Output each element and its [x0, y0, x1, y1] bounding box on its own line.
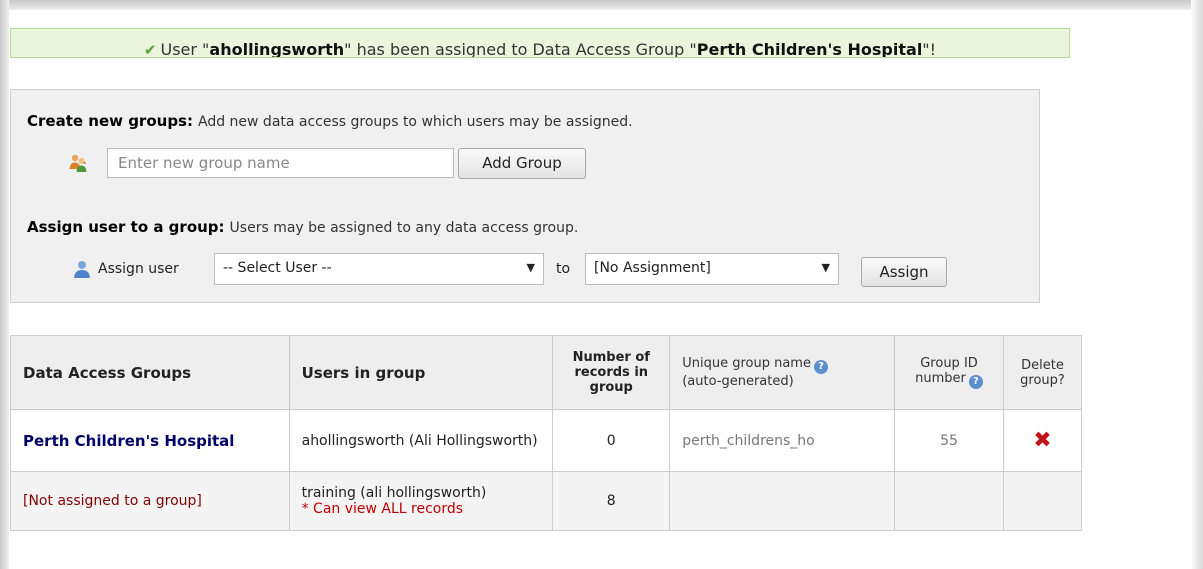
success-message: ✔ User "ahollingsworth" has been assigned… [143, 40, 937, 58]
unique-name-cell[interactable]: perth_childrens_ho [669, 409, 896, 472]
header-groups: Data Access Groups [10, 335, 290, 410]
user-select[interactable]: -- Select User -- ▼ [214, 253, 544, 285]
dag-control-panel: Create new groups: Add new data access gr… [10, 89, 1040, 303]
dropdown-arrow-icon: ▼ [821, 261, 830, 274]
dropdown-arrow-icon: ▼ [526, 261, 535, 274]
header-records: Number of records in group [552, 335, 671, 410]
success-banner: ✔ User "ahollingsworth" has been assigned… [10, 28, 1070, 58]
delete-icon[interactable]: ✖ [1033, 428, 1051, 453]
header-unique-name: Unique group name? (auto-generated) [669, 335, 896, 410]
to-label: to [556, 261, 571, 277]
check-icon: ✔ [143, 41, 157, 58]
group-select[interactable]: [No Assignment] ▼ [585, 253, 839, 285]
group-name-cell[interactable]: Perth Children's Hospital [10, 409, 290, 472]
header-users: Users in group [288, 335, 554, 410]
window-frame-left [0, 0, 9, 569]
delete-cell: ✖ [1002, 409, 1083, 472]
window-frame-top [0, 0, 1203, 10]
group-name-link[interactable]: Perth Children's Hospital [23, 432, 234, 450]
new-group-name-input[interactable]: Enter new group name [107, 148, 454, 178]
assigned-group-name: Perth Children's Hospital [696, 40, 923, 58]
users-cell: training (ali hollingsworth) * Can view … [288, 471, 554, 531]
data-access-groups-table: Data Access Groups Users in group Number… [10, 335, 1083, 531]
group-name-cell: [Not assigned to a group] [10, 471, 290, 531]
window-frame-right [1191, 0, 1203, 569]
view-all-note: * Can view ALL records [301, 501, 464, 517]
user-icon [74, 261, 90, 278]
group-id-cell [894, 471, 1004, 531]
assigned-username: ahollingsworth [209, 40, 345, 58]
assign-user-heading: Assign user to a group: Users may be assi… [27, 218, 579, 236]
help-icon[interactable]: ? [968, 375, 983, 389]
group-id-cell: 55 [894, 409, 1004, 472]
create-groups-heading: Create new groups: Add new data access gr… [27, 112, 633, 130]
records-cell: 8 [552, 471, 671, 531]
header-group-id: Group ID number? [894, 335, 1004, 410]
delete-cell [1002, 471, 1083, 531]
users-cell[interactable]: ahollingsworth (Ali Hollingsworth) [288, 409, 554, 472]
records-cell: 0 [552, 409, 671, 472]
header-delete: Delete group? [1002, 335, 1083, 410]
assign-button[interactable]: Assign [861, 257, 947, 287]
table-header-row: Data Access Groups Users in group Number… [10, 335, 1083, 410]
group-icon [69, 154, 87, 172]
table-row: [Not assigned to a group] training (ali … [10, 471, 1083, 531]
add-group-button[interactable]: Add Group [458, 148, 586, 179]
help-icon[interactable]: ? [813, 360, 828, 374]
unique-name-cell [669, 471, 896, 531]
assign-user-label: Assign user [98, 261, 179, 277]
table-row: Perth Children's Hospital ahollingsworth… [10, 409, 1083, 472]
